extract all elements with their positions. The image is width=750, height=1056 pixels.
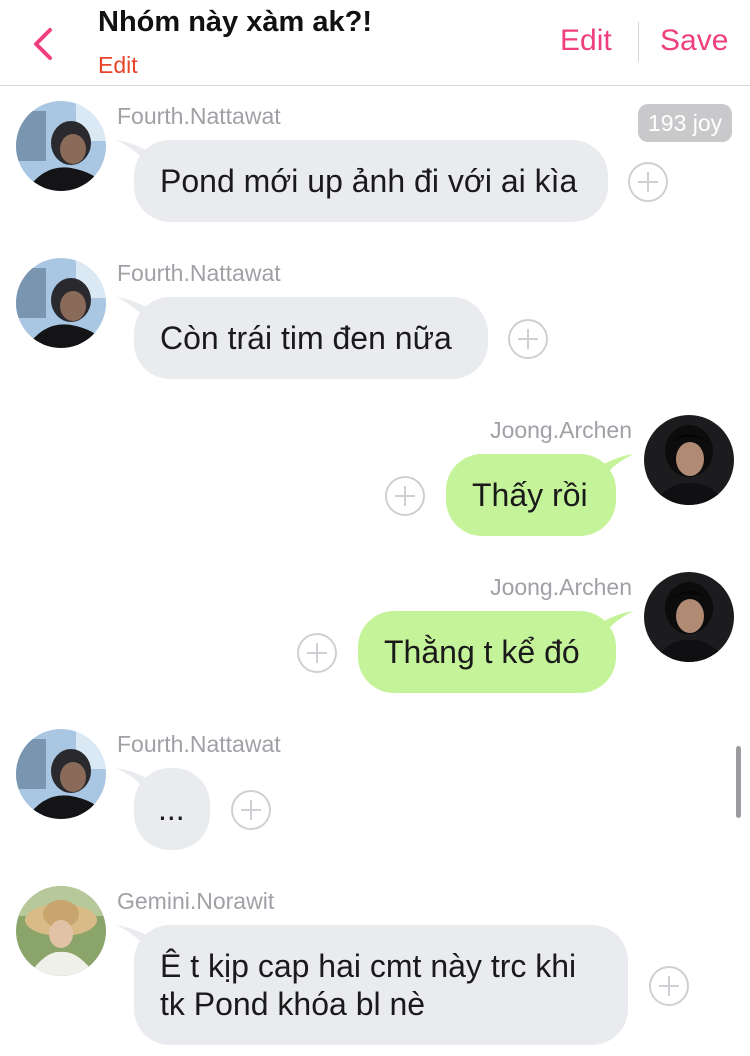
avatar-fourth[interactable] — [16, 258, 106, 348]
chat-header: Nhóm này xàm ak?! Edit Edit Save — [0, 0, 750, 86]
message-bubble[interactable]: Ê t kịp cap hai cmt này trc khi tk Pond … — [134, 925, 628, 1045]
message-bubble[interactable]: Còn trái tim đen nữa — [134, 297, 488, 379]
plus-circle-icon[interactable] — [649, 966, 689, 1006]
save-button[interactable]: Save — [660, 24, 728, 58]
sender-name: Joong.Archen — [490, 417, 632, 443]
message-text: Ê t kịp cap hai cmt này trc khi tk Pond … — [160, 948, 577, 1022]
sender-name: Joong.Archen — [490, 574, 632, 600]
plus-circle-icon[interactable] — [508, 319, 548, 359]
message-bubble[interactable]: ... — [134, 768, 210, 850]
sender-name: Fourth.Nattawat — [117, 731, 281, 757]
avatar-gemini[interactable] — [16, 886, 106, 976]
plus-circle-icon[interactable] — [628, 162, 668, 202]
scrollbar[interactable] — [736, 746, 741, 818]
chat-title: Nhóm này xàm ak?! — [98, 6, 372, 38]
edit-button[interactable]: Edit — [560, 24, 612, 58]
reaction-count-badge[interactable]: 193 joy — [638, 104, 733, 142]
plus-circle-icon[interactable] — [297, 633, 337, 673]
message-bubble[interactable]: Thằng t kể đó — [358, 611, 616, 693]
avatar-joong[interactable] — [644, 572, 734, 662]
message-bubble[interactable]: Pond mới up ảnh đi với ai kìa — [134, 140, 608, 222]
message-text: Thằng t kể đó — [384, 634, 580, 670]
avatar-fourth[interactable] — [16, 101, 106, 191]
plus-circle-icon[interactable] — [231, 790, 271, 830]
title-edit-link[interactable]: Edit — [98, 52, 138, 79]
avatar-fourth[interactable] — [16, 729, 106, 819]
plus-circle-icon[interactable] — [385, 476, 425, 516]
sender-name: Gemini.Norawit — [117, 888, 275, 914]
sender-name: Fourth.Nattawat — [117, 103, 281, 129]
message-text: ... — [158, 791, 185, 827]
message-bubble[interactable]: Thấy rồi — [446, 454, 616, 536]
avatar-joong[interactable] — [644, 415, 734, 505]
message-text: Pond mới up ảnh đi với ai kìa — [160, 163, 578, 199]
message-text: Còn trái tim đen nữa — [160, 320, 452, 356]
message-text: Thấy rồi — [472, 477, 588, 513]
header-divider — [638, 22, 639, 62]
sender-name: Fourth.Nattawat — [117, 260, 281, 286]
chevron-left-icon[interactable] — [28, 24, 60, 64]
